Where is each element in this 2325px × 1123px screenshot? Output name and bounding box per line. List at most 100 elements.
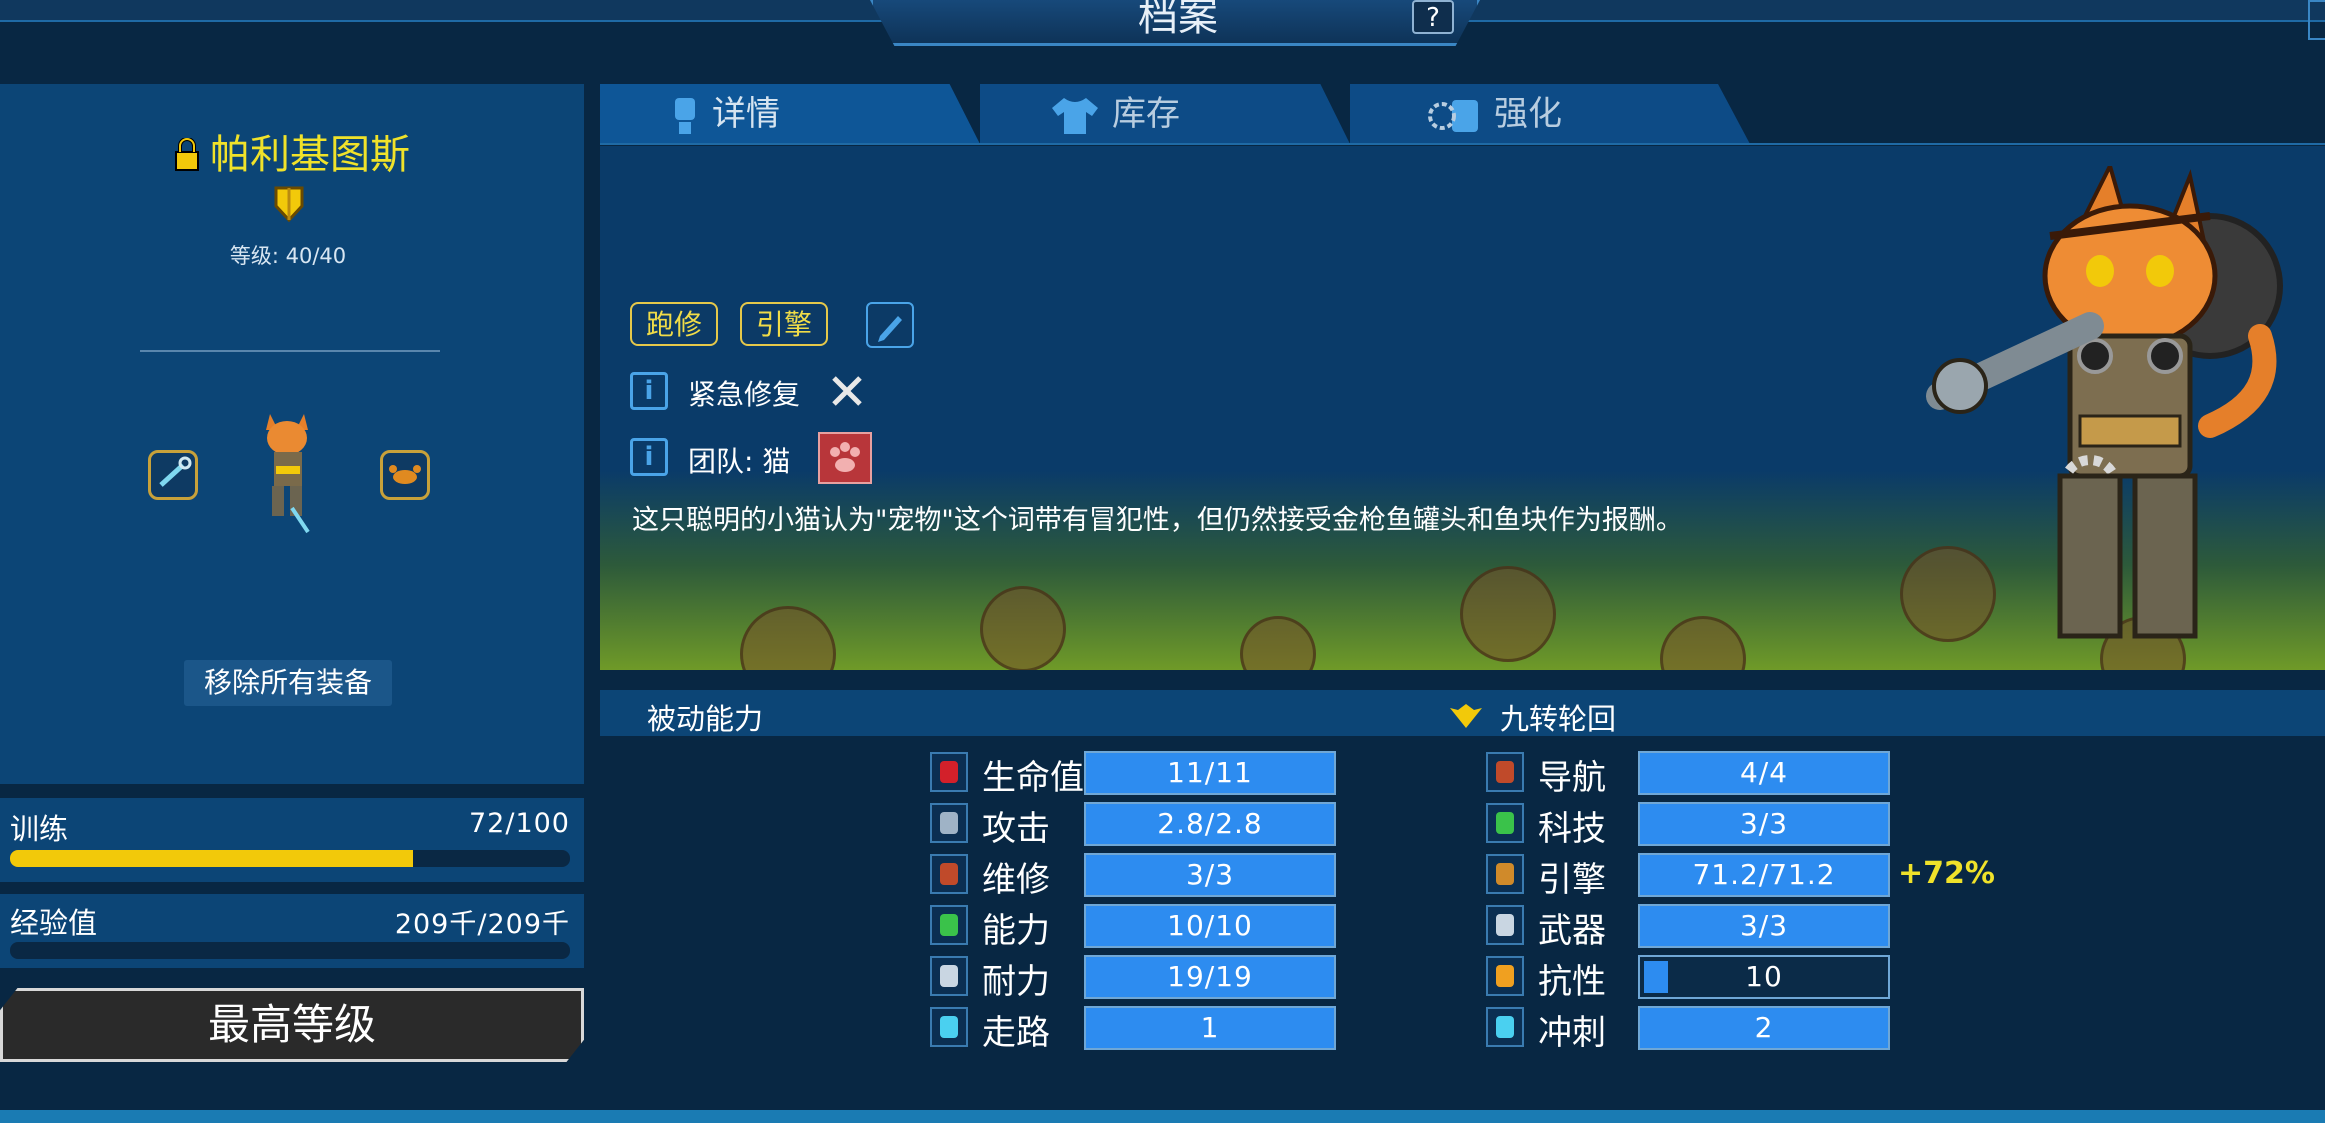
tab-inventory[interactable]: 库存 [980,84,1350,144]
stat-value: 3/3 [1739,807,1789,840]
wrench-weapon-icon [159,456,192,487]
stat-value-box: 10/10 [1084,904,1336,948]
stat-name: 攻击 [982,809,1050,849]
cat-mini-sprite [266,414,310,534]
lock-icon[interactable] [174,138,200,172]
stat-value: 1 [1200,1011,1220,1044]
stat-name: 维修 [982,860,1050,900]
team-label: 团队: 猫 [688,445,791,478]
crab-accessory-icon [389,465,421,484]
experience-progress-bar [10,942,570,959]
stat-value-box: 4/4 [1638,751,1890,795]
training-label: 训练 [10,812,69,846]
stat-value-box: 19/19 [1084,955,1336,999]
character-description: 这只聪明的小猫认为"宠物"这个词带有冒犯性，但仍然接受金枪鱼罐头和鱼块作为报酬。 [632,505,1683,536]
stat-value: 71.2/71.2 [1692,858,1836,891]
stat-value-box: 2 [1638,1006,1890,1050]
stat-value: 11/11 [1167,756,1253,789]
tab-upgrade[interactable]: 强化 [1350,84,1750,144]
remove-all-equipment-button[interactable]: 移除所有装备 [184,660,392,706]
passive-abilities-label: 被动能力 [647,702,764,736]
stat-value-box: 11/11 [1084,751,1336,795]
stat-name: 导航 [1538,758,1606,798]
max-level-button[interactable]: 最高等级 [0,988,584,1062]
reincarnation-label: 九转轮回 [1500,702,1617,736]
stat-value: 4/4 [1739,756,1789,789]
experience-value: 209千/209千 [394,909,570,940]
training-value: 72/100 [469,808,570,839]
repair-tools-icon [832,376,862,406]
wings-icon [1450,704,1482,728]
weapon-slot[interactable] [148,450,198,500]
stat-value: 3/3 [1739,909,1789,942]
divider [140,350,440,352]
experience-progress-fill [10,942,570,959]
fire-icon [1486,956,1524,996]
stat-name: 冲刺 [1538,1013,1606,1053]
corner-frame [2308,0,2325,40]
background-bubble [740,606,836,670]
stat-name: 能力 [982,911,1050,951]
stat-name: 走路 [982,1013,1050,1053]
stat-name: 引擎 [1538,860,1606,900]
sword-icon [930,803,968,843]
edit-tags-button[interactable] [866,302,914,348]
tag-engine: 引擎 [740,302,829,346]
experience-label: 经验值 [10,906,98,940]
stat-value-box: 71.2/71.2 [1638,853,1890,897]
stat-value: 19/19 [1167,960,1253,993]
background-bubble [1240,616,1316,670]
stat-value-box: 1 [1084,1006,1336,1050]
help-button[interactable]: ? [1412,0,1454,34]
flask-icon [1486,803,1524,843]
tab-inventory-label: 库存 [1112,94,1180,134]
tabs-underline [600,143,2325,145]
stat-bonus: +72% [1898,856,1995,891]
accessory-slot[interactable] [380,450,430,500]
tab-upgrade-label: 强化 [1494,94,1562,134]
background-bubble [1460,566,1556,662]
boot-icon [930,956,968,996]
stat-name: 耐力 [982,962,1050,1002]
cat-portrait [1926,166,2283,639]
character-name-row: 帕利基图斯 [0,122,584,180]
stat-value: 10/10 [1167,909,1253,942]
stat-value-box: 3/3 [1084,853,1336,897]
title-plate: 档案 [870,0,1480,46]
skill-info-icon[interactable]: i [630,372,668,410]
page-title: 档案 [1138,0,1218,40]
stat-value-box: 3/3 [1638,904,1890,948]
stat-name: 科技 [1538,809,1606,849]
training-progress-fill [10,850,414,867]
stat-name: 生命值 [982,758,1084,798]
tab-details[interactable]: 详情 [600,84,980,144]
shirt-icon [1052,97,1098,134]
stat-value-box: 3/3 [1638,802,1890,846]
stat-value: 2.8/2.8 [1157,807,1263,840]
hammer-icon [930,854,968,894]
stat-fill [1644,961,1669,993]
heart-icon [930,752,968,792]
training-card: 训练 72/100 [0,798,584,882]
upgrade-icon [1428,99,1478,132]
character-name: 帕利基图斯 [210,132,410,178]
dash-icon [1486,1007,1524,1047]
team-info-icon[interactable]: i [630,438,668,476]
stat-value-box: 10 [1638,955,1890,999]
figure-icon [930,905,968,945]
tag-runner-repair: 跑修 [630,302,719,346]
walk-icon [930,1007,968,1047]
person-icon [675,97,695,134]
background-bubble [980,586,1066,670]
stat-value: 3/3 [1185,858,1235,891]
background-bubble [1660,616,1746,670]
stat-name: 武器 [1538,911,1606,951]
stat-value-box: 2.8/2.8 [1084,802,1336,846]
pencil-icon [878,316,902,342]
skill-name: 紧急修复 [688,378,801,411]
crosshair-icon [1486,905,1524,945]
stat-value: 2 [1754,1011,1774,1044]
paw-team-icon [818,432,872,484]
stat-name: 抗性 [1538,962,1606,1002]
rank-shield-icon [274,186,304,222]
